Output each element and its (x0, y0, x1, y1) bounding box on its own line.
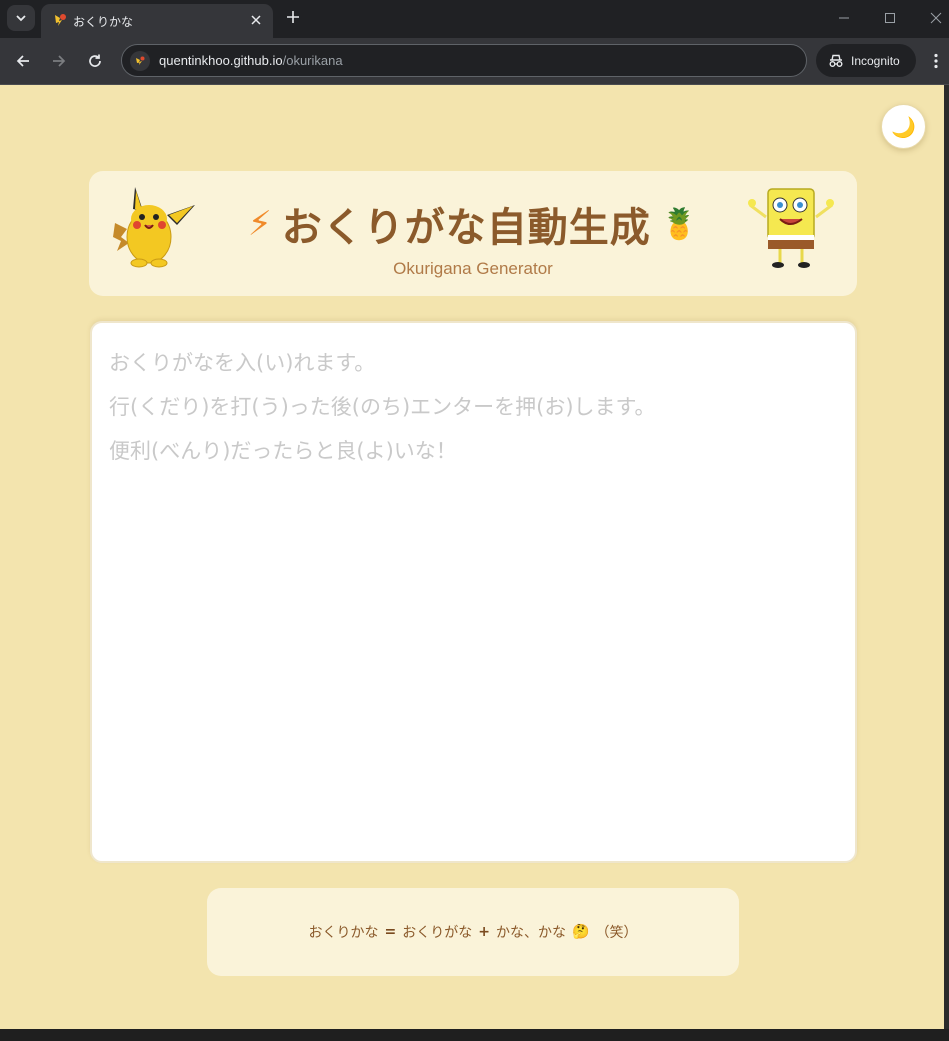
footer-term-okurigana: おくりがな (402, 925, 473, 941)
tab-close-button[interactable] (247, 11, 265, 29)
site-info-icon[interactable] (130, 51, 150, 71)
window-close-button[interactable] (927, 9, 945, 27)
lightning-icon: ⚡ (247, 204, 272, 244)
footer-equals: = (384, 924, 397, 940)
footer-plus: + (478, 924, 491, 940)
footer-card: おくりかな = おくりがな + かな、かな 🤔 （笑） (207, 888, 739, 976)
thinking-face-icon: 🤔 (572, 924, 590, 940)
page-viewport: 🌙 ⚡ おくりがな自動生成 🍍 Okurigana Generator おくりが… (0, 85, 944, 1029)
url-host: quentinkhoo.github.io (159, 53, 283, 68)
pikachu-favicon (55, 14, 66, 26)
taskbar-strip (0, 1029, 949, 1041)
pineapple-icon: 🍍 (660, 206, 699, 242)
url-text: quentinkhoo.github.io/okurikana (159, 53, 343, 68)
okurigana-input[interactable] (92, 323, 855, 861)
title-row: ⚡ おくりがな自動生成 🍍 (89, 195, 857, 253)
theme-toggle-button[interactable]: 🌙 (881, 104, 926, 149)
chevron-down-icon (16, 15, 26, 22)
reload-button[interactable] (84, 50, 106, 72)
page-title: おくりがな自動生成 (281, 205, 651, 251)
tab-list-button[interactable] (7, 5, 35, 31)
reload-icon (89, 54, 101, 67)
page-scrollbar[interactable] (944, 85, 949, 1029)
new-tab-button[interactable] (283, 7, 303, 27)
minimize-button[interactable] (835, 9, 853, 27)
footer-term-kana: かな、かな (496, 925, 567, 941)
forward-button[interactable] (48, 50, 70, 72)
page-subtitle: Okurigana Generator (393, 259, 553, 278)
active-tab[interactable]: おくりかな (41, 4, 273, 38)
tab-title: おくりかな (73, 15, 134, 29)
spongebob-image (748, 188, 834, 268)
back-icon (16, 55, 29, 67)
incognito-badge[interactable]: Incognito (816, 44, 916, 77)
minimize-icon (839, 17, 849, 19)
browser-menu-button[interactable] (926, 50, 946, 72)
browser-toolbar: quentinkhoo.github.io/okurikana Incognit… (0, 38, 949, 85)
footer-term-okurikana: おくりかな (308, 925, 379, 941)
address-bar[interactable]: quentinkhoo.github.io/okurikana (121, 44, 807, 77)
maximize-button[interactable] (881, 9, 899, 27)
back-button[interactable] (12, 50, 34, 72)
close-icon (251, 15, 261, 25)
maximize-icon (885, 13, 895, 23)
text-editor (90, 321, 857, 863)
url-path: /okurikana (282, 53, 343, 68)
moon-icon: 🌙 (891, 114, 916, 139)
window-close-icon (930, 12, 942, 24)
plus-icon (287, 11, 299, 23)
incognito-icon (829, 54, 843, 67)
forward-icon (53, 55, 66, 67)
footer-laugh: （笑） (595, 925, 638, 941)
incognito-label: Incognito (851, 53, 900, 68)
tab-bar: おくりかな (0, 0, 949, 38)
header-card: ⚡ おくりがな自動生成 🍍 Okurigana Generator (89, 171, 857, 296)
menu-icon (934, 53, 938, 69)
